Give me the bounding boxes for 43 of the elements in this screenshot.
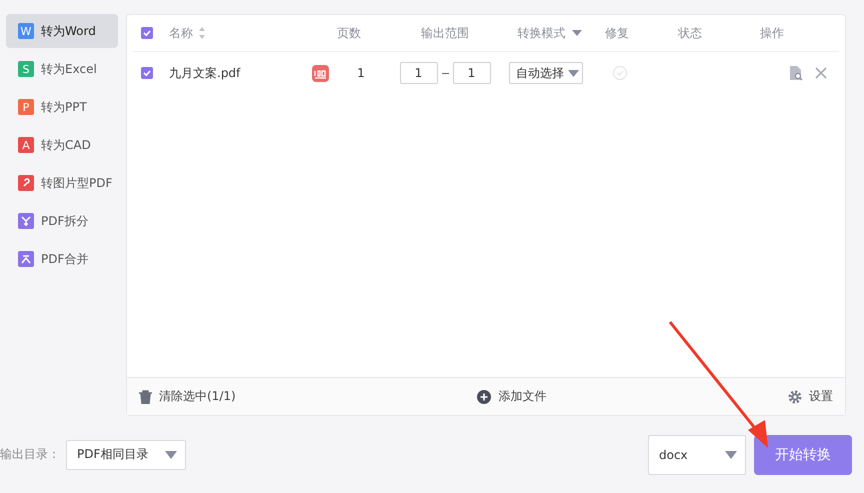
format-dropdown[interactable]: docx — [648, 434, 746, 474]
sidebar-item[interactable]: 转图片型PDF — [6, 166, 118, 200]
row-checkbox[interactable] — [141, 67, 153, 79]
column-header: 名称 — [169, 24, 193, 42]
column-header: 状态 — [678, 24, 702, 42]
app-icon: S — [18, 61, 34, 77]
sidebar-item[interactable]: A 转为CAD — [6, 128, 118, 162]
sidebar-item[interactable]: P 转为PPT — [6, 90, 118, 124]
settings-icon — [788, 390, 802, 404]
clear-selected-button[interactable]: 清除选中(1/1) — [139, 388, 236, 405]
column-header: 页数 — [337, 24, 361, 42]
column-header: 输出范围 — [421, 24, 469, 42]
sidebar-item[interactable]: S 转为Excel — [6, 52, 118, 86]
app-icon: A — [18, 137, 34, 153]
badge-icon — [312, 64, 329, 82]
sidebar-item[interactable]: W 转为Word — [6, 14, 118, 48]
file-name: 九月文案.pdf — [169, 64, 240, 82]
column-header: 修复 — [605, 24, 629, 42]
caret-icon — [725, 450, 737, 458]
range-end-field[interactable]: 1 — [452, 62, 490, 84]
column-header: 操作 — [760, 24, 784, 42]
add-file-button[interactable]: 添加文件 — [477, 388, 546, 405]
page-count: 1 — [356, 66, 366, 80]
caret-icon — [568, 70, 579, 76]
range-start-field[interactable]: 1 — [400, 62, 438, 84]
sidebar-item[interactable]: PDF拆分 — [6, 204, 118, 238]
caret-icon[interactable] — [570, 29, 582, 37]
mode-dropdown[interactable]: 自动选择 — [509, 62, 583, 84]
settings-button[interactable]: 设置 — [788, 388, 833, 405]
app-icon: P — [18, 99, 34, 115]
select-all-checkbox[interactable] — [141, 27, 153, 39]
column-header: 转换模式 — [518, 24, 566, 42]
output-folder-dropdown[interactable]: PDF相同目录 — [66, 440, 186, 470]
plus-icon — [477, 390, 492, 404]
sort-icon[interactable] — [198, 26, 206, 40]
app-icon: W — [18, 23, 34, 39]
sidebar-item[interactable]: PDF合并 — [6, 242, 118, 276]
trash-icon — [139, 390, 152, 404]
close-icon[interactable] — [815, 67, 827, 79]
caret-icon — [165, 450, 177, 458]
preview-icon[interactable] — [789, 65, 803, 81]
check-icon — [612, 65, 628, 81]
output-label: 输出目录： — [0, 446, 60, 463]
